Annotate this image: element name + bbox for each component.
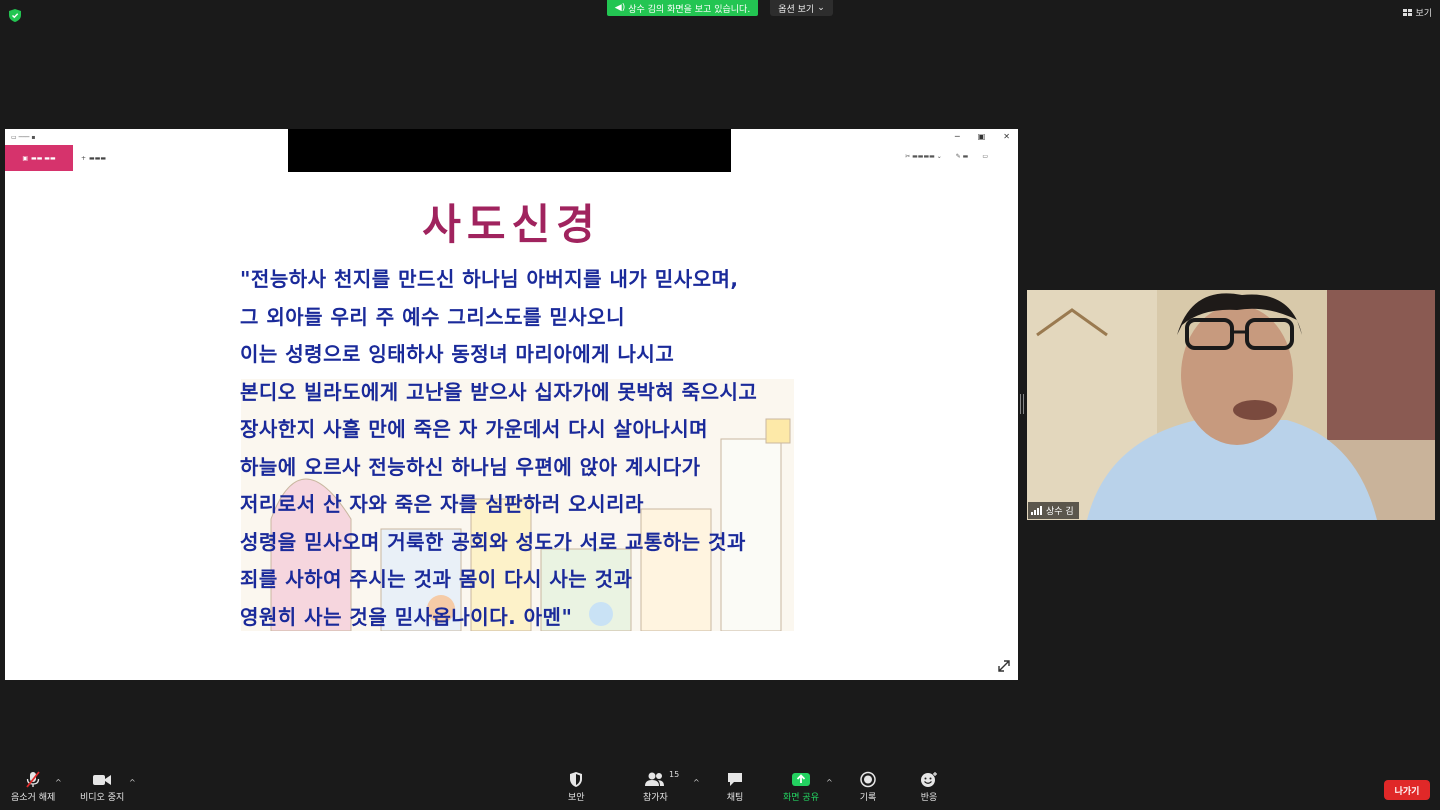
maximize-icon: ▣: [977, 132, 986, 141]
redacted-area: [288, 129, 731, 172]
creed-line: 하늘에 오르사 전능하신 하나님 우편에 앉아 계시다가: [240, 454, 701, 479]
unmute-button[interactable]: 음소거 해제: [11, 771, 55, 803]
share-banner-text: 상수 김의 화면을 보고 있습니다.: [628, 4, 751, 15]
stop-share-tab: ▣ ▬▬ ▬▬: [5, 145, 73, 171]
pen-icon: ✎ ▬: [955, 153, 969, 160]
unmute-label: 음소거 해제: [11, 793, 56, 803]
participants-options-caret[interactable]: ^: [693, 778, 700, 787]
reactions-button[interactable]: 반응: [920, 771, 938, 803]
participant-name-tag: 상수 김: [1028, 502, 1079, 519]
plus-icon: +: [81, 154, 87, 162]
participant-video-tile[interactable]: 상수 김: [1027, 290, 1435, 520]
participants-label: 참가자: [643, 793, 668, 803]
record-label: 기록: [859, 793, 877, 803]
chat-button[interactable]: 채팅: [726, 771, 744, 803]
video-camera-icon: [93, 775, 112, 785]
creed-line: 이는 성령으로 잉태하사 동정녀 마리아에게 나시고: [240, 342, 675, 366]
tools-icon: ✂ ▬▬▬▬ ⌄: [905, 153, 942, 160]
record-button[interactable]: 기록: [859, 771, 877, 803]
window-icon: ▭: [982, 153, 988, 160]
security-button[interactable]: 보안: [568, 771, 585, 803]
view-options-label: 옵션 보기: [778, 4, 815, 15]
participants-icon: [645, 772, 665, 786]
creed-line: 죄를 사하여 주시는 것과 몸이 다시 사는 것과: [240, 567, 633, 591]
security-label: 보안: [568, 793, 585, 803]
creed-line: 본디오 빌라도에게 고난을 받으사 십자가에 못박혀 죽으시고: [240, 379, 758, 404]
chat-bubble-icon: [728, 773, 742, 786]
chevron-down-icon: ⌄: [817, 3, 825, 13]
creed-line: 그 외아들 우리 주 예수 그리스도를 믿사오니: [240, 304, 625, 329]
audio-options-caret[interactable]: ^: [55, 778, 62, 787]
muted-microphone-icon: [26, 771, 40, 788]
signal-strength-icon: [1031, 506, 1042, 515]
window-title-placeholder: ▭ ─── ▪: [11, 133, 36, 141]
creed-text-block: "전능하사 천지를 만드신 하나님 아버지를 내가 믿사오며, 그 외아들 우리…: [240, 265, 757, 640]
share-options-caret[interactable]: ^: [826, 778, 833, 787]
shared-screen[interactable]: ▭ ─── ▪ ─ ▣ ✕ ▣ ▬▬ ▬▬ + ▬▬▬ ✂ ▬▬▬▬ ⌄ ✎ ▬…: [5, 129, 1018, 680]
meeting-toolbar: 음소거 해제 ^ 비디오 중지 ^ 보안 15 참가자 ^ 채팅 화면 공유 ^…: [0, 768, 1440, 810]
share-screen-icon: [791, 773, 810, 786]
view-button[interactable]: 보기: [1403, 6, 1432, 19]
participant-video-feed: [1027, 290, 1435, 520]
chat-label: 채팅: [726, 793, 744, 803]
minimize-icon: ─: [954, 132, 960, 141]
encryption-shield-icon[interactable]: [9, 9, 21, 22]
participant-name: 상수 김: [1046, 507, 1074, 517]
stop-share-tab-text: ▬▬ ▬▬: [31, 154, 56, 162]
view-options-dropdown[interactable]: 옵션 보기 ⌄: [770, 0, 833, 16]
new-share-text: ▬▬▬: [89, 154, 107, 162]
creed-line: 저리로서 산 자와 죽은 자를 심판하러 오시리라: [240, 492, 644, 516]
creed-line: "전능하사 천지를 만드신 하나님 아버지를 내가 믿사오며,: [240, 267, 739, 291]
stop-video-label: 비디오 중지: [80, 793, 125, 803]
participants-button[interactable]: 15 참가자: [643, 770, 679, 803]
share-screen-button[interactable]: 화면 공유: [783, 771, 819, 803]
screen-share-banner: ◀) 상수 김의 화면을 보고 있습니다.: [607, 0, 758, 16]
video-options-caret[interactable]: ^: [129, 778, 136, 787]
reactions-label: 반응: [920, 793, 938, 803]
creed-line: 장사한지 사흘 만에 죽은 자 가운데서 다시 살아나시며: [240, 417, 709, 441]
record-icon: [860, 771, 876, 788]
grid-view-icon: [1403, 9, 1413, 16]
shared-toolbar-right: ✂ ▬▬▬▬ ⌄ ✎ ▬ ▭: [905, 153, 988, 160]
shared-window-controls: ─ ▣ ✕: [955, 132, 1010, 141]
view-button-label: 보기: [1415, 9, 1432, 19]
slide-title: 사도신경: [422, 200, 601, 249]
reactions-emoji-icon: [921, 772, 937, 787]
leave-meeting-button[interactable]: 나가기: [1384, 780, 1430, 800]
share-screen-label: 화면 공유: [783, 793, 819, 803]
screen-icon: ▣: [22, 154, 29, 162]
fullscreen-expand-icon[interactable]: [998, 660, 1010, 672]
creed-line: 성령을 믿사오며 거룩한 공회와 성도가 서로 교통하는 것과: [240, 529, 746, 554]
close-icon: ✕: [1003, 132, 1010, 141]
panel-resize-handle[interactable]: [1020, 394, 1024, 414]
speaker-icon: ◀): [614, 3, 626, 13]
participants-count: 15: [669, 770, 680, 779]
new-share-button: + ▬▬▬: [81, 155, 106, 162]
creed-line: 영원히 사는 것을 믿사옵나이다. 아멘": [240, 604, 573, 629]
security-shield-icon: [570, 772, 583, 787]
stop-video-button[interactable]: 비디오 중지: [80, 771, 124, 803]
